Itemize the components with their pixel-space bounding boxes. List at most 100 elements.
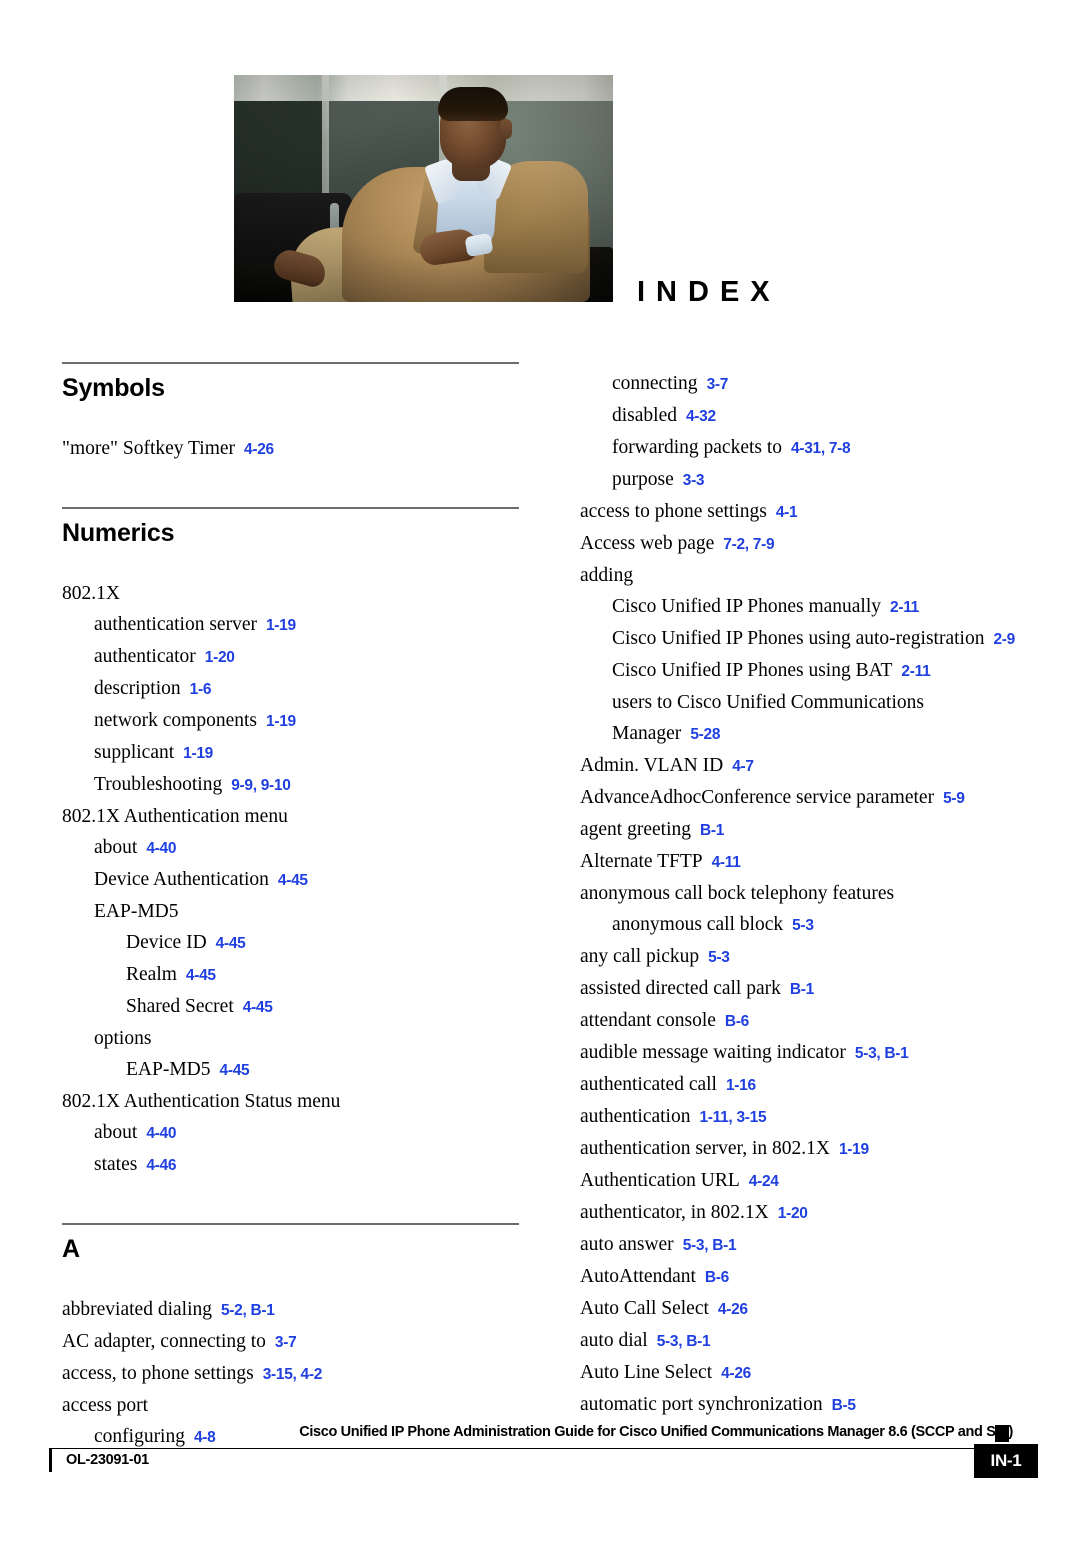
index-entry: any call pickup 5-3 (580, 941, 1050, 973)
index-entry-ref[interactable]: 2-11 (890, 599, 919, 616)
index-entry-ref[interactable]: 5-3, B-1 (683, 1237, 737, 1254)
index-entry-ref[interactable]: 4-45 (216, 935, 246, 952)
index-entry-ref[interactable]: 4-32 (686, 408, 716, 425)
index-entry: description 1-6 (62, 673, 519, 705)
page-title: INDEX (637, 276, 781, 308)
index-entry-ref[interactable]: 4-8 (194, 1429, 216, 1446)
index-entry-ref[interactable]: 4-46 (146, 1157, 176, 1174)
index-entry-text: agent greeting (580, 819, 691, 840)
index-entry-text: Cisco Unified IP Phones using BAT (612, 660, 893, 681)
index-entry-ref[interactable]: 1-19 (266, 617, 296, 634)
index-entry: Cisco Unified IP Phones using BAT 2-11 (580, 655, 1050, 687)
index-entry-ref[interactable]: B-6 (705, 1269, 729, 1286)
index-entry-text: description (94, 678, 181, 699)
index-entry-text: 802.1X (62, 583, 120, 604)
index-entry-text: auto dial (580, 1330, 648, 1351)
index-entry-ref[interactable]: 4-31, 7-8 (791, 440, 851, 457)
index-entry: Alternate TFTP 4-11 (580, 846, 1050, 878)
index-entry-ref[interactable]: 4-11 (712, 854, 741, 871)
index-entry-ref[interactable]: 1-19 (266, 713, 296, 730)
index-entry-text: attendant console (580, 1010, 716, 1031)
index-entry-ref[interactable]: 3-7 (707, 376, 729, 393)
index-entry-ref[interactable]: 1-16 (726, 1077, 756, 1094)
index-entry: Device Authentication 4-45 (62, 864, 519, 896)
index-entry-ref[interactable]: 4-26 (718, 1301, 748, 1318)
index-entry: audible message waiting indicator 5-3, B-… (580, 1037, 1050, 1069)
index-entry-ref[interactable]: 5-2, B-1 (221, 1302, 275, 1319)
index-entry-text: access port (62, 1395, 149, 1416)
index-entry: access port (62, 1390, 519, 1421)
index-entry-ref[interactable]: 4-1 (776, 504, 798, 521)
index-entry-text: automatic port synchronization (580, 1394, 823, 1415)
index-entry-ref[interactable]: B-5 (832, 1397, 856, 1414)
index-entry-ref[interactable]: 4-45 (186, 967, 216, 984)
index-entry-ref[interactable]: 1-20 (205, 649, 235, 666)
index-entry-ref[interactable]: 2-11 (901, 663, 930, 680)
index-entry: Shared Secret 4-45 (62, 991, 519, 1023)
index-entry: EAP-MD5 (62, 896, 519, 927)
index-entry-ref[interactable]: 1-6 (190, 681, 212, 698)
section-heading: Numerics (62, 519, 175, 547)
index-entry: attendant console B-6 (580, 1005, 1050, 1037)
index-entry-ref[interactable]: 5-3, B-1 (855, 1045, 909, 1062)
index-entry-ref[interactable]: 4-40 (146, 840, 176, 857)
index-entry-ref[interactable]: 1-19 (839, 1141, 869, 1158)
index-entry: about 4-40 (62, 1117, 519, 1149)
index-entry-text: 802.1X Authentication Status menu (62, 1091, 341, 1112)
index-entry-ref[interactable]: 4-26 (244, 441, 274, 458)
index-entry-ref[interactable]: 3-15, 4-2 (263, 1366, 323, 1383)
index-entry: authenticator, in 802.1X 1-20 (580, 1197, 1050, 1229)
index-entry-text: Shared Secret (126, 996, 234, 1017)
index-entry-text: Access web page (580, 533, 715, 554)
index-entry-ref[interactable]: 4-26 (721, 1365, 751, 1382)
index-entry: options (62, 1023, 519, 1054)
index-entry-ref[interactable]: 1-20 (778, 1205, 808, 1222)
index-entry-text: "more" Softkey Timer (62, 438, 236, 459)
index-entry-ref[interactable]: 1-11, 3-15 (699, 1109, 766, 1126)
index-entry-text: anonymous call block (612, 914, 784, 935)
index-entry-ref[interactable]: 7-2, 7-9 (723, 536, 774, 553)
index-entry-text: Cisco Unified IP Phones manually (612, 596, 882, 617)
index-entry: users to Cisco Unified Communications Ma… (580, 687, 942, 750)
index-entry-ref[interactable]: 5-3 (792, 917, 814, 934)
index-entry-text: supplicant (94, 742, 175, 763)
index-entry-ref[interactable]: 5-3, B-1 (657, 1333, 711, 1350)
index-entry-ref[interactable]: B-1 (790, 981, 814, 998)
index-entry-ref[interactable]: 3-3 (683, 472, 705, 489)
index-entry-ref[interactable]: 9-9, 9-10 (231, 777, 291, 794)
index-entry-text: Device ID (126, 932, 207, 953)
index-entry-text: AC adapter, connecting to (62, 1331, 266, 1352)
index-entry-ref[interactable]: 4-45 (278, 872, 308, 889)
index-entry-ref[interactable]: 5-9 (943, 790, 965, 807)
index-entry-text: EAP-MD5 (94, 901, 179, 922)
index-entry-ref[interactable]: 3-7 (275, 1334, 297, 1351)
index-entry-text: about (94, 1122, 138, 1143)
index-entry-ref[interactable]: B-1 (700, 822, 724, 839)
index-entry-ref[interactable]: 5-3 (708, 949, 730, 966)
index-entry-text: assisted directed call park (580, 978, 781, 999)
index-entry-ref[interactable]: 4-45 (243, 999, 273, 1016)
index-entry: AC adapter, connecting to 3-7 (62, 1326, 519, 1358)
index-entry-ref[interactable]: 5-28 (690, 726, 720, 743)
index-entry: authenticator 1-20 (62, 641, 519, 673)
index-entry: auto answer 5-3, B-1 (580, 1229, 1050, 1261)
index-entry-text: disabled (612, 405, 677, 426)
index-entry: AdvanceAdhocConference service parameter… (580, 782, 1050, 814)
index-entry: Auto Call Select 4-26 (580, 1293, 1050, 1325)
index-page: INDEX Symbols "more" Softkey Timer 4-26 N… (0, 0, 1080, 1552)
index-entry: authentication 1-11, 3-15 (580, 1101, 1050, 1133)
index-entry-ref[interactable]: 1-19 (183, 745, 213, 762)
index-entry-ref[interactable]: 4-7 (732, 758, 754, 775)
section-rule (62, 362, 519, 364)
index-entry-ref[interactable]: 4-40 (146, 1125, 176, 1142)
footer-rule (49, 1448, 1012, 1449)
index-entry-ref[interactable]: 2-9 (993, 631, 1015, 648)
footer-page-number: IN-1 (974, 1444, 1038, 1478)
index-entry-text: configuring (94, 1426, 185, 1447)
index-entry: abbreviated dialing 5-2, B-1 (62, 1294, 519, 1326)
index-entry-ref[interactable]: B-6 (725, 1013, 749, 1030)
index-entry: Device ID 4-45 (62, 927, 519, 959)
index-entry-text: EAP-MD5 (126, 1059, 211, 1080)
index-entry-ref[interactable]: 4-24 (749, 1173, 779, 1190)
index-entry-ref[interactable]: 4-45 (220, 1062, 250, 1079)
